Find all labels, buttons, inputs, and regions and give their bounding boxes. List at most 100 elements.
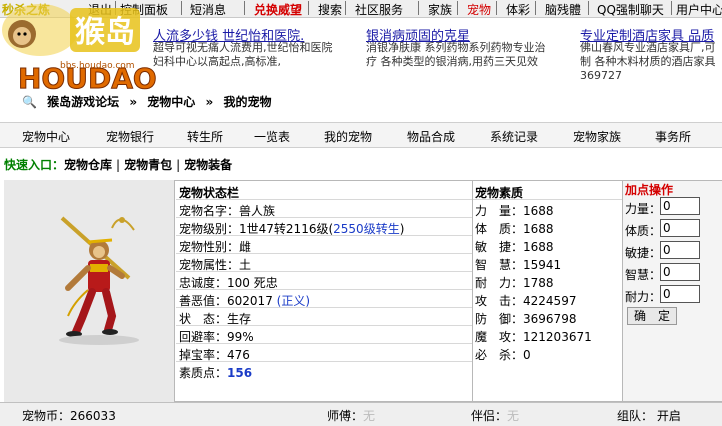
attr-row-attack: 攻 击：4224597 [475, 292, 576, 309]
status-state-label: 状 态： [179, 312, 228, 326]
coins-label: 宠物币： [22, 409, 71, 423]
master-value: 无 [363, 409, 376, 423]
attr-value: 1688 [523, 222, 554, 236]
user-center-link[interactable]: 用户中心 [676, 1, 722, 18]
pets-link[interactable]: 宠物 [467, 1, 491, 18]
status-loyalty-label: 忠诚度： [179, 276, 228, 290]
master-row: 师傅：无 [327, 407, 375, 424]
partner-row: 伴侣：无 [471, 407, 519, 424]
pet-state: 生存 [227, 312, 252, 326]
attr-value: 3696798 [523, 312, 577, 326]
attr-label: 体 质： [475, 222, 524, 236]
attr-row-wisdom: 智 慧：15941 [475, 256, 561, 273]
breadcrumb: 🔍 猴岛游戏论坛 » 宠物中心 » 我的宠物 [22, 93, 277, 110]
site-logo[interactable]: 猴岛 HOUDAO bbs.houdao.com [0, 0, 160, 96]
status-attr-label: 宠物属性： [179, 258, 240, 272]
pet-nav-bar: 宠物中心 宠物银行 转生所 一览表 我的宠物 物品合成 系统记录 宠物家族 事务… [0, 122, 722, 148]
nav-rebirth[interactable]: 转生所 [187, 128, 223, 145]
status-name-label: 宠物名字： [179, 204, 240, 218]
breadcrumb-sep: » [205, 95, 214, 109]
nav-pet-family[interactable]: 宠物家族 [573, 128, 621, 145]
attr-row-constitution: 体 质：1688 [475, 220, 554, 237]
nav-my-pet[interactable]: 我的宠物 [324, 128, 372, 145]
status-level-label: 宠物级别： [179, 222, 240, 236]
add-points-header: 加点操作 [625, 183, 674, 197]
family-link[interactable]: 家族 [428, 1, 452, 18]
team-row: 组队： 开启 [617, 407, 681, 424]
nav-office[interactable]: 事务所 [655, 128, 691, 145]
nav-pet-center[interactable]: 宠物中心 [22, 128, 70, 145]
quick-entry-label: 快速入口： [4, 158, 65, 172]
nav-item-synthesis[interactable]: 物品合成 [407, 128, 455, 145]
monkey-king-pet-image [59, 216, 139, 345]
attr-row-endurance: 耐 力：1788 [475, 274, 554, 291]
pet-loyalty: 100 死忠 [227, 276, 278, 290]
status-points-label: 素质点： [179, 366, 228, 380]
nav-overview[interactable]: 一览表 [254, 128, 290, 145]
qq-chat-link[interactable]: QQ强制聊天 [597, 1, 664, 18]
confirm-button[interactable]: 确 定 [627, 307, 677, 325]
ad-desc-1b: 妇科中心以高起点,高标准, [153, 55, 281, 68]
attr-label: 魔 攻： [475, 330, 524, 344]
breadcrumb-forum[interactable]: 猴岛游戏论坛 [47, 95, 119, 109]
attr-value: 1788 [523, 276, 554, 290]
attr-row-strength: 力 量：1688 [475, 202, 554, 219]
attr-label: 耐 力： [475, 276, 524, 290]
attr-row-critical: 必 杀：0 [475, 346, 531, 363]
nav-pet-bank[interactable]: 宠物银行 [106, 128, 154, 145]
lottery-link[interactable]: 体彩 [506, 1, 530, 18]
attr-row-agility: 敏 捷：1688 [475, 238, 554, 255]
ad-desc-2b: 疗 各种类型的银消病,用药三天见效 [366, 55, 538, 68]
community-services-link[interactable]: 社区服务 [355, 1, 403, 18]
bottom-info-bar: 宠物币：266033 师傅：无 伴侣：无 组队： 开启 [0, 402, 722, 426]
ad-desc-2a: 消银净肤康 系列药物系列药物专业治 [366, 41, 546, 54]
pet-dodge: 99% [227, 330, 254, 344]
quick-link-bag[interactable]: 宠物青包 [124, 158, 172, 172]
ad-desc-1a: 超导可视无痛人流费用,世纪怡和医院 [153, 41, 333, 54]
quick-entry: 快速入口：宠物仓库 | 宠物青包 | 宠物装备 [4, 158, 233, 172]
add-constitution-input[interactable] [660, 219, 700, 237]
morality-tag: (正义) [276, 294, 311, 308]
pet-morality: 602017 [227, 294, 273, 308]
messages-link[interactable]: 短消息 [190, 1, 226, 18]
attr-label: 力 量： [475, 204, 524, 218]
pet-quality-points: 156 [227, 366, 253, 380]
partner-label: 伴侣： [471, 409, 508, 423]
quick-link-equipment[interactable]: 宠物装备 [184, 158, 232, 172]
pet-gender: 雌 [239, 240, 252, 254]
team-label: 组队： [617, 409, 654, 423]
add-strength-input[interactable] [660, 197, 700, 215]
attr-label: 敏 捷： [475, 240, 524, 254]
pet-name: 兽人族 [239, 204, 276, 218]
add-endurance-input[interactable] [660, 285, 700, 303]
add-wisdom-label: 智慧： [625, 268, 662, 282]
add-agility-label: 敏捷： [625, 246, 662, 260]
font-link[interactable]: 脑残體 [545, 1, 581, 18]
quick-link-warehouse[interactable]: 宠物仓库 [64, 158, 112, 172]
status-dodge-label: 回避率： [179, 330, 228, 344]
add-agility-input[interactable] [660, 241, 700, 259]
search-link[interactable]: 搜索 [318, 1, 342, 18]
add-wisdom-input[interactable] [660, 263, 700, 281]
exchange-prestige-link[interactable]: 兑换威望 [254, 1, 302, 18]
breadcrumb-sep: » [129, 95, 138, 109]
add-endurance-label: 耐力： [625, 290, 662, 304]
master-label: 师傅： [327, 409, 364, 423]
attr-value: 1688 [523, 240, 554, 254]
attr-label: 必 杀： [475, 348, 524, 362]
nav-system-log[interactable]: 系统记录 [490, 128, 538, 145]
attr-value: 15941 [523, 258, 562, 272]
pet-drop-rate: 476 [227, 348, 250, 362]
breadcrumb-icon: 🔍 [22, 95, 37, 109]
rebirth-level-link[interactable]: 2550级转生 [333, 222, 400, 236]
attr-row-defense: 防 御：3696798 [475, 310, 576, 327]
attr-row-magic-attack: 魔 攻：121203671 [475, 328, 592, 345]
team-value: 开启 [656, 409, 681, 423]
attr-value: 4224597 [523, 294, 577, 308]
attr-value: 121203671 [523, 330, 592, 344]
status-points-row: 素质点：156 [179, 364, 252, 381]
breadcrumb-my-pet[interactable]: 我的宠物 [223, 95, 271, 109]
status-drop-label: 掉宝率： [179, 348, 228, 362]
status-morality-label: 善恶值： [179, 294, 228, 308]
breadcrumb-pet-center[interactable]: 宠物中心 [147, 95, 195, 109]
